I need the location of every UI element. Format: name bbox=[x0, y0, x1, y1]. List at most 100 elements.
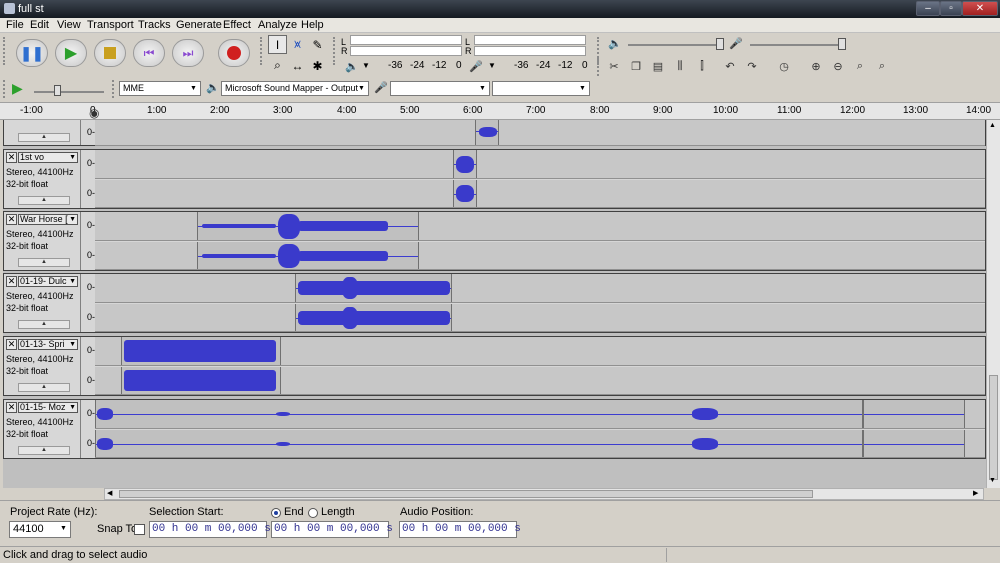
close-track-icon[interactable]: ✕ bbox=[6, 402, 17, 413]
timeshift-tool[interactable]: ↔ bbox=[288, 56, 307, 75]
audio-clip[interactable] bbox=[475, 120, 499, 145]
scroll-up-icon[interactable]: ▲ bbox=[989, 122, 996, 129]
slider-thumb[interactable] bbox=[716, 38, 724, 50]
audio-clip[interactable] bbox=[121, 367, 281, 394]
undo-icon[interactable]: ↶ bbox=[720, 57, 740, 76]
menu-edit[interactable]: Edit bbox=[30, 19, 49, 31]
selection-start-time[interactable]: 00 h 00 m 00,000 s bbox=[149, 521, 271, 538]
fit-project-icon[interactable]: ⌕ bbox=[872, 57, 892, 76]
track-lane[interactable] bbox=[95, 274, 985, 303]
play-speed-slider[interactable] bbox=[34, 91, 104, 93]
audio-clip[interactable] bbox=[453, 180, 477, 207]
slider-thumb[interactable] bbox=[54, 85, 61, 96]
collapse-button[interactable]: ▲ bbox=[18, 258, 70, 267]
envelope-tool[interactable]: ⩙ bbox=[288, 35, 307, 54]
selection-end-time[interactable]: 00 h 00 m 00,000 s bbox=[271, 521, 393, 538]
track-lane[interactable] bbox=[95, 304, 985, 332]
toolbar-grip[interactable] bbox=[333, 37, 337, 65]
track-war-horse[interactable]: ✕ War Horse [▼ Stereo, 44100Hz 32-bit fl… bbox=[3, 211, 986, 271]
menu-tracks[interactable]: Tracks bbox=[138, 19, 171, 31]
stop-button[interactable] bbox=[94, 39, 126, 67]
scroll-right-icon[interactable]: ▶ bbox=[973, 489, 978, 497]
toolbar-grip[interactable] bbox=[260, 37, 264, 65]
track-lane[interactable] bbox=[95, 242, 985, 270]
collapse-button[interactable]: ▲ bbox=[18, 196, 70, 205]
cut-icon[interactable]: ✂ bbox=[604, 57, 624, 76]
menu-analyze[interactable]: Analyze bbox=[258, 19, 297, 31]
scroll-down-icon[interactable]: ▼ bbox=[989, 477, 996, 484]
audio-clip[interactable] bbox=[863, 400, 965, 428]
minimize-button[interactable]: – bbox=[916, 1, 940, 16]
playback-volume-slider[interactable] bbox=[628, 44, 724, 46]
track-lane[interactable] bbox=[95, 367, 985, 395]
collapse-button[interactable]: ▲ bbox=[18, 320, 70, 329]
audio-clip[interactable] bbox=[453, 150, 477, 178]
skip-start-button[interactable]: ⏮ bbox=[133, 39, 165, 67]
tracks-panel[interactable]: ▲ 0- ✕ 1st vo ▼ Stereo, 44100Hz 32-bit fl… bbox=[3, 120, 986, 488]
speaker-icon[interactable]: 🔈 bbox=[342, 57, 362, 76]
record-button[interactable] bbox=[218, 39, 250, 67]
menu-transport[interactable]: Transport bbox=[87, 19, 134, 31]
close-window-button[interactable]: ✕ bbox=[962, 1, 998, 16]
toolbar-grip[interactable] bbox=[597, 58, 601, 76]
copy-icon[interactable]: ❐ bbox=[626, 57, 646, 76]
fit-selection-icon[interactable]: ⌕ bbox=[850, 57, 870, 76]
track-name-menu[interactable]: 01-13- Spri ▼ bbox=[18, 339, 78, 350]
close-track-icon[interactable]: ✕ bbox=[6, 214, 17, 225]
zoom-out-icon[interactable]: ⊖ bbox=[828, 57, 848, 76]
trim-icon[interactable]: ⫼ bbox=[670, 57, 690, 76]
track-lane[interactable] bbox=[95, 120, 985, 146]
chevron-down-icon[interactable]: ▼ bbox=[362, 61, 370, 70]
toolbar-grip[interactable] bbox=[112, 80, 116, 98]
input-device-select[interactable]: ▼ bbox=[390, 81, 490, 96]
project-rate-select[interactable]: 44100 ▼ bbox=[9, 521, 71, 538]
paste-icon[interactable]: ▤ bbox=[648, 57, 668, 76]
chevron-down-icon[interactable]: ▼ bbox=[488, 61, 496, 70]
track-lane[interactable] bbox=[95, 430, 985, 458]
menu-file[interactable]: File bbox=[6, 19, 24, 31]
audio-clip[interactable] bbox=[95, 400, 863, 428]
audio-clip[interactable] bbox=[863, 430, 965, 457]
zoom-tool[interactable]: ⌕ bbox=[268, 56, 287, 75]
multi-tool[interactable]: ✱ bbox=[308, 56, 327, 75]
snap-to-checkbox[interactable] bbox=[134, 524, 145, 535]
track-1st-vo[interactable]: ✕ 1st vo ▼ Stereo, 44100Hz 32-bit float ▲… bbox=[3, 149, 986, 209]
record-volume-slider[interactable] bbox=[750, 44, 846, 46]
output-device-select[interactable]: Microsoft Sound Mapper - Output ▼ bbox=[221, 81, 369, 96]
track-lane[interactable] bbox=[95, 400, 985, 429]
audio-clip[interactable] bbox=[197, 212, 419, 240]
audio-clip[interactable] bbox=[295, 304, 452, 331]
sync-lock-icon[interactable]: ◷ bbox=[774, 57, 794, 76]
track-01-13-spri[interactable]: ✕ 01-13- Spri ▼ Stereo, 44100Hz 32-bit fl… bbox=[3, 336, 986, 396]
menu-view[interactable]: View bbox=[57, 19, 81, 31]
microphone-icon[interactable]: 🎤 bbox=[466, 57, 486, 76]
track-name-menu[interactable]: 01-15- Moz ▼ bbox=[18, 402, 78, 413]
audio-position-time[interactable]: 00 h 00 m 00,000 s bbox=[399, 521, 521, 538]
toolbar-grip[interactable] bbox=[3, 80, 7, 98]
maximize-button[interactable]: ▫ bbox=[940, 1, 962, 16]
track-01-15-moz[interactable]: ✕ 01-15- Moz ▼ Stereo, 44100Hz 32-bit flo… bbox=[3, 399, 986, 459]
scroll-thumb[interactable] bbox=[989, 375, 998, 480]
scroll-left-icon[interactable]: ◀ bbox=[107, 489, 112, 497]
close-track-icon[interactable]: ✕ bbox=[6, 152, 17, 163]
collapse-button[interactable]: ▲ bbox=[18, 446, 70, 455]
length-radio[interactable] bbox=[308, 508, 318, 518]
skip-end-button[interactable]: ⏭ bbox=[172, 39, 204, 67]
track-lane[interactable] bbox=[95, 337, 985, 366]
input-channels-select[interactable]: ▼ bbox=[492, 81, 590, 96]
play-head-marker[interactable]: ◉ bbox=[89, 106, 99, 120]
track-partial[interactable]: ▲ 0- bbox=[3, 120, 986, 146]
slider-thumb[interactable] bbox=[838, 38, 846, 50]
audio-clip[interactable] bbox=[295, 274, 452, 302]
track-name-menu[interactable]: War Horse [▼ bbox=[18, 214, 78, 225]
close-track-icon[interactable]: ✕ bbox=[6, 276, 17, 287]
horizontal-scrollbar[interactable]: ◀ ▶ bbox=[104, 488, 984, 500]
silence-icon[interactable]: ⫿ bbox=[692, 57, 712, 76]
end-radio[interactable] bbox=[271, 508, 281, 518]
audio-clip[interactable] bbox=[121, 337, 281, 365]
track-lane[interactable] bbox=[95, 212, 985, 241]
pause-button[interactable]: ❚❚ bbox=[16, 39, 48, 67]
menu-effect[interactable]: Effect bbox=[223, 19, 251, 31]
draw-tool[interactable]: ✎ bbox=[308, 35, 327, 54]
collapse-button[interactable]: ▲ bbox=[18, 133, 70, 142]
